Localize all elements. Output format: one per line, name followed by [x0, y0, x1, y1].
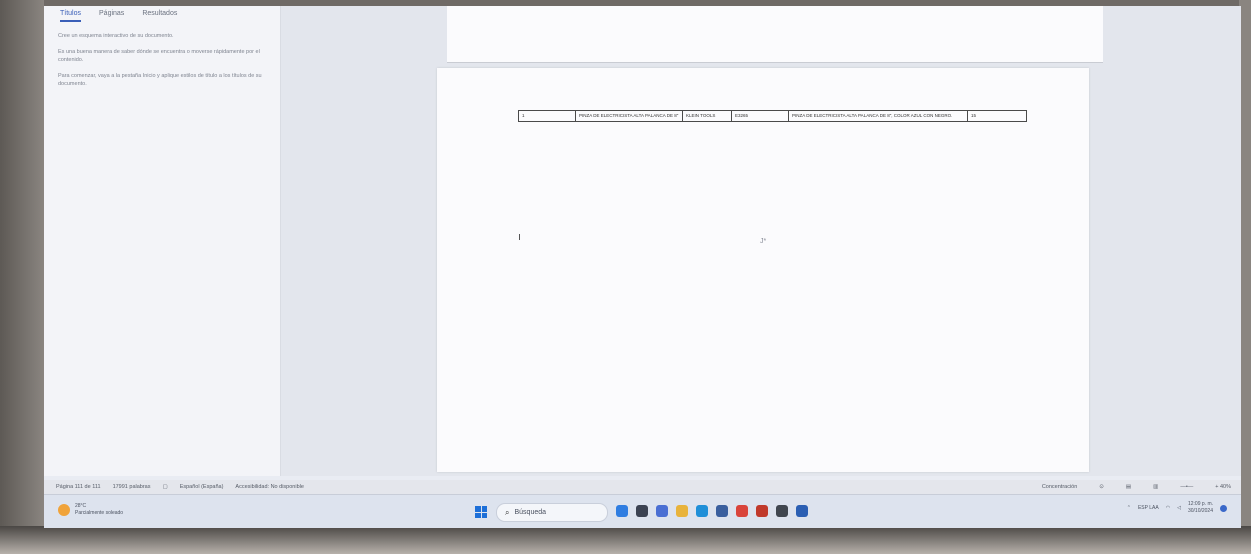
previous-page[interactable]: [447, 6, 1103, 63]
taskbar-search[interactable]: ⌕ Búsqueda: [496, 503, 608, 522]
system-tray: ⌃ ESP LAA ◠ ◁ 12:09 p. m. 30/10/2024: [1127, 501, 1227, 515]
monitor-bezel-left: [0, 0, 44, 554]
tab-results[interactable]: Resultados: [142, 10, 177, 22]
windows-start-icon[interactable]: [475, 506, 487, 518]
navigation-help-text: Cree un esquema interactivo de su docume…: [44, 22, 280, 88]
status-bar: Página 111 de 111 17991 palabras ▢ Españ…: [44, 480, 1241, 494]
clock[interactable]: 12:09 p. m. 30/10/2024: [1188, 501, 1213, 515]
chat-icon[interactable]: [656, 505, 668, 517]
print-layout-icon[interactable]: ▤: [1126, 484, 1131, 490]
weather-temp: 28°C: [75, 503, 87, 509]
accessibility-status[interactable]: Accesibilidad: No disponible: [235, 484, 303, 490]
edge-icon[interactable]: [696, 505, 708, 517]
search-icon: ⌕: [505, 507, 510, 517]
taskbar: 28°C Parcialmente soleado ⌕ Búsqueda ⌃ E…: [44, 494, 1241, 528]
navigation-tabs: Títulos Páginas Resultados: [44, 6, 280, 22]
weather-desc: Parcialmente soleado: [75, 510, 124, 516]
sun-icon: [58, 504, 70, 516]
table-cell[interactable]: PINZA DE ELECTRICISTA ALTA PALANCA DE 8": [575, 110, 683, 122]
screen: Títulos Páginas Resultados Cree un esque…: [44, 6, 1241, 528]
store-icon[interactable]: [716, 505, 728, 517]
document-page[interactable]: 1 PINZA DE ELECTRICISTA ALTA PALANCA DE …: [437, 68, 1089, 472]
chevron-up-icon[interactable]: ⌃: [1127, 505, 1131, 511]
language-indicator[interactable]: ESP LAA: [1138, 505, 1159, 511]
table-cell[interactable]: 1: [518, 110, 576, 122]
navigation-pane: Títulos Páginas Resultados Cree un esque…: [44, 6, 281, 476]
text-cursor: [519, 234, 520, 240]
wifi-icon[interactable]: ◠: [1166, 505, 1170, 511]
table-row[interactable]: 1 PINZA DE ELECTRICISTA ALTA PALANCA DE …: [518, 110, 1027, 122]
date-label: 30/10/2024: [1187, 508, 1213, 514]
chrome-icon[interactable]: [736, 505, 748, 517]
zoom-level[interactable]: + 40%: [1215, 484, 1231, 490]
tab-titles[interactable]: Títulos: [60, 10, 82, 22]
proofing-icon[interactable]: ▢: [162, 484, 167, 490]
monitor-bezel-bottom: [0, 526, 1251, 554]
status-right-controls: Concentración ⊙ ▤ ▥ —•— + 40%: [1030, 480, 1231, 494]
page-mark: J*: [760, 238, 767, 245]
media-icon[interactable]: [776, 505, 788, 517]
word-icon[interactable]: [796, 505, 808, 517]
volume-icon[interactable]: ◁: [1177, 505, 1181, 511]
file-explorer-icon[interactable]: [676, 505, 688, 517]
notification-icon[interactable]: [1220, 504, 1227, 512]
nav-help-paragraph: Para comenzar, vaya a la pestaña Inicio …: [58, 73, 262, 87]
zoom-slider[interactable]: —•—: [1180, 484, 1193, 490]
time-label: 12:09 p. m.: [1187, 501, 1213, 507]
word-count[interactable]: 17991 palabras: [113, 484, 151, 490]
focus-button[interactable]: Concentración: [1042, 484, 1077, 490]
app-icon[interactable]: [756, 505, 768, 517]
table-cell[interactable]: KLEIN TOOLS: [682, 110, 732, 122]
taskbar-apps: [616, 505, 808, 517]
web-layout-icon[interactable]: ▥: [1153, 484, 1158, 490]
table-cell[interactable]: 15: [967, 110, 1027, 122]
table-cell[interactable]: E3265: [731, 110, 789, 122]
copilot-icon[interactable]: [616, 505, 628, 517]
language-label[interactable]: Español (España): [180, 484, 224, 490]
search-placeholder: Búsqueda: [514, 509, 547, 516]
table-cell[interactable]: PINZA DE ELECTRICISTA ALTA PALANCA DE 8"…: [788, 110, 968, 122]
task-view-icon[interactable]: [636, 505, 648, 517]
product-table[interactable]: 1 PINZA DE ELECTRICISTA ALTA PALANCA DE …: [518, 110, 1027, 122]
nav-help-paragraph: Cree un esquema interactivo de su docume…: [58, 33, 174, 39]
tab-pages[interactable]: Páginas: [99, 10, 124, 22]
nav-help-paragraph: Es una buena manera de saber dónde se en…: [58, 49, 260, 63]
page-count[interactable]: Página 111 de 111: [56, 484, 101, 490]
read-mode-icon[interactable]: ⊙: [1099, 484, 1104, 490]
weather-widget[interactable]: 28°C Parcialmente soleado: [58, 503, 123, 517]
